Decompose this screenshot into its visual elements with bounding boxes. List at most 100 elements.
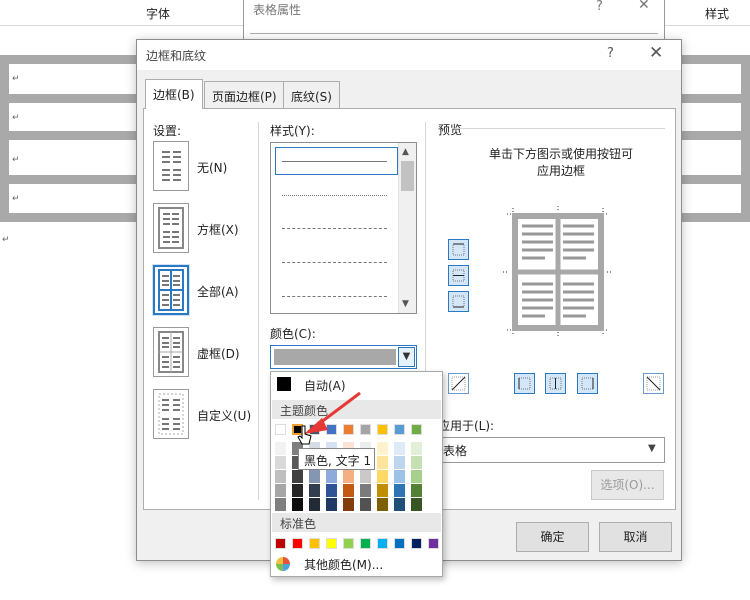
theme-shade-swatch[interactable] <box>394 442 405 455</box>
inside-vertical-icon <box>549 377 562 390</box>
color-tooltip: 黑色, 文字 1 <box>298 448 375 470</box>
theme-shade-swatch[interactable] <box>292 484 303 497</box>
setting-custom-icon[interactable] <box>153 389 189 439</box>
theme-color-swatch[interactable] <box>275 424 286 435</box>
table-properties-title: 表格属性 <box>253 3 302 17</box>
theme-shade-swatch[interactable] <box>394 456 405 469</box>
inside-horizontal-button[interactable] <box>448 265 469 286</box>
tab-page-border[interactable]: 页面边框(P) <box>204 81 285 108</box>
line-style-list[interactable]: ▲ ▼ <box>270 142 417 314</box>
close-icon[interactable]: ✕ <box>649 43 663 63</box>
theme-shade-swatch[interactable] <box>394 498 405 511</box>
theme-shade-swatch[interactable] <box>309 484 320 497</box>
theme-shade-swatch[interactable] <box>411 470 422 483</box>
theme-shade-swatch[interactable] <box>292 470 303 483</box>
inside-vertical-button[interactable] <box>545 373 566 394</box>
theme-shade-swatch[interactable] <box>275 442 286 455</box>
custom-preset-icon <box>158 393 184 435</box>
chevron-down-icon[interactable]: ▼ <box>648 443 656 454</box>
apply-to-select[interactable]: 表格 ▼ <box>435 437 665 463</box>
standard-color-swatch[interactable] <box>411 538 422 549</box>
theme-color-swatch[interactable] <box>377 424 388 435</box>
scrollbar-thumb[interactable] <box>401 161 414 191</box>
theme-shade-swatch[interactable] <box>394 484 405 497</box>
standard-color-swatch[interactable] <box>343 538 354 549</box>
scroll-down-icon[interactable]: ▼ <box>402 299 409 309</box>
setting-none-label[interactable]: 无(N) <box>197 159 227 176</box>
color-picker[interactable]: ▼ <box>270 345 417 369</box>
left-border-button[interactable] <box>514 373 535 394</box>
standard-color-swatch[interactable] <box>360 538 371 549</box>
diagonal-down-icon <box>646 376 661 391</box>
theme-shade-swatch[interactable] <box>309 498 320 511</box>
apply-to-value: 表格 <box>443 444 468 458</box>
theme-shade-swatch[interactable] <box>377 442 388 455</box>
standard-color-swatch[interactable] <box>394 538 405 549</box>
setting-all-label[interactable]: 全部(A) <box>197 283 239 300</box>
setting-all-icon[interactable] <box>153 265 189 315</box>
theme-shade-swatch[interactable] <box>377 470 388 483</box>
standard-color-swatch[interactable] <box>275 538 286 549</box>
standard-color-swatch[interactable] <box>428 538 439 549</box>
tab-shading[interactable]: 底纹(S) <box>283 81 340 108</box>
style-item-dash[interactable] <box>282 262 387 263</box>
setting-grid-label[interactable]: 虚框(D) <box>197 345 240 362</box>
standard-color-swatch[interactable] <box>309 538 320 549</box>
cancel-button[interactable]: 取消 <box>599 522 672 552</box>
standard-color-swatch[interactable] <box>292 538 303 549</box>
diagonal-up-button[interactable] <box>448 373 469 394</box>
theme-shade-swatch[interactable] <box>275 498 286 511</box>
standard-color-swatch[interactable] <box>377 538 388 549</box>
bottom-border-button[interactable] <box>448 291 469 312</box>
theme-shade-swatch[interactable] <box>411 498 422 511</box>
theme-shade-swatch[interactable] <box>275 484 286 497</box>
ribbon-styles-label: 样式 <box>705 7 730 21</box>
top-border-button[interactable] <box>448 239 469 260</box>
theme-shade-swatch[interactable] <box>309 470 320 483</box>
chevron-down-icon[interactable]: ▼ <box>398 347 415 367</box>
setting-none-icon[interactable] <box>153 141 189 191</box>
theme-shade-swatch[interactable] <box>394 470 405 483</box>
ok-button[interactable]: 确定 <box>516 522 589 552</box>
setting-box-icon[interactable] <box>153 203 189 253</box>
setting-box-label[interactable]: 方框(X) <box>197 221 239 238</box>
table-properties-help-icon[interactable]: ? <box>596 0 603 14</box>
more-colors-option[interactable]: 其他颜色(M)... <box>304 556 383 573</box>
right-border-button[interactable] <box>577 373 598 394</box>
theme-shade-swatch[interactable] <box>411 484 422 497</box>
theme-shade-swatch[interactable] <box>326 498 337 511</box>
diagonal-down-button[interactable] <box>643 373 664 394</box>
theme-color-swatch[interactable] <box>411 424 422 435</box>
style-item-dotted[interactable] <box>282 195 387 196</box>
options-button[interactable]: 选项(O)... <box>591 470 664 500</box>
theme-color-swatch[interactable] <box>394 424 405 435</box>
standard-color-swatch[interactable] <box>326 538 337 549</box>
theme-shade-swatch[interactable] <box>377 498 388 511</box>
theme-shade-swatch[interactable] <box>275 470 286 483</box>
setting-custom-label[interactable]: 自定义(U) <box>197 407 251 424</box>
theme-shade-swatch[interactable] <box>292 498 303 511</box>
theme-shade-swatch[interactable] <box>360 484 371 497</box>
theme-shade-swatch[interactable] <box>343 484 354 497</box>
theme-shade-swatch[interactable] <box>377 484 388 497</box>
theme-shade-swatch[interactable] <box>377 456 388 469</box>
style-item-solid[interactable] <box>282 161 387 162</box>
theme-shade-swatch[interactable] <box>360 470 371 483</box>
help-icon[interactable]: ? <box>607 46 614 61</box>
style-item-dash-dot[interactable] <box>282 228 387 229</box>
theme-shade-swatch[interactable] <box>411 442 422 455</box>
scroll-up-icon[interactable]: ▲ <box>402 147 409 157</box>
theme-shade-swatch[interactable] <box>343 498 354 511</box>
setting-grid-icon[interactable] <box>153 327 189 377</box>
theme-shade-swatch[interactable] <box>343 470 354 483</box>
theme-shade-swatch[interactable] <box>411 456 422 469</box>
theme-shade-swatch[interactable] <box>360 498 371 511</box>
theme-shade-swatch[interactable] <box>326 470 337 483</box>
theme-shade-swatch[interactable] <box>326 484 337 497</box>
automatic-color-swatch[interactable] <box>277 377 291 391</box>
tab-borders[interactable]: 边框(B) <box>145 79 203 109</box>
table-properties-close-icon[interactable]: ✕ <box>638 0 650 13</box>
border-preview[interactable] <box>503 204 613 340</box>
style-item-long-dash[interactable] <box>282 296 387 297</box>
theme-shade-swatch[interactable] <box>275 456 286 469</box>
